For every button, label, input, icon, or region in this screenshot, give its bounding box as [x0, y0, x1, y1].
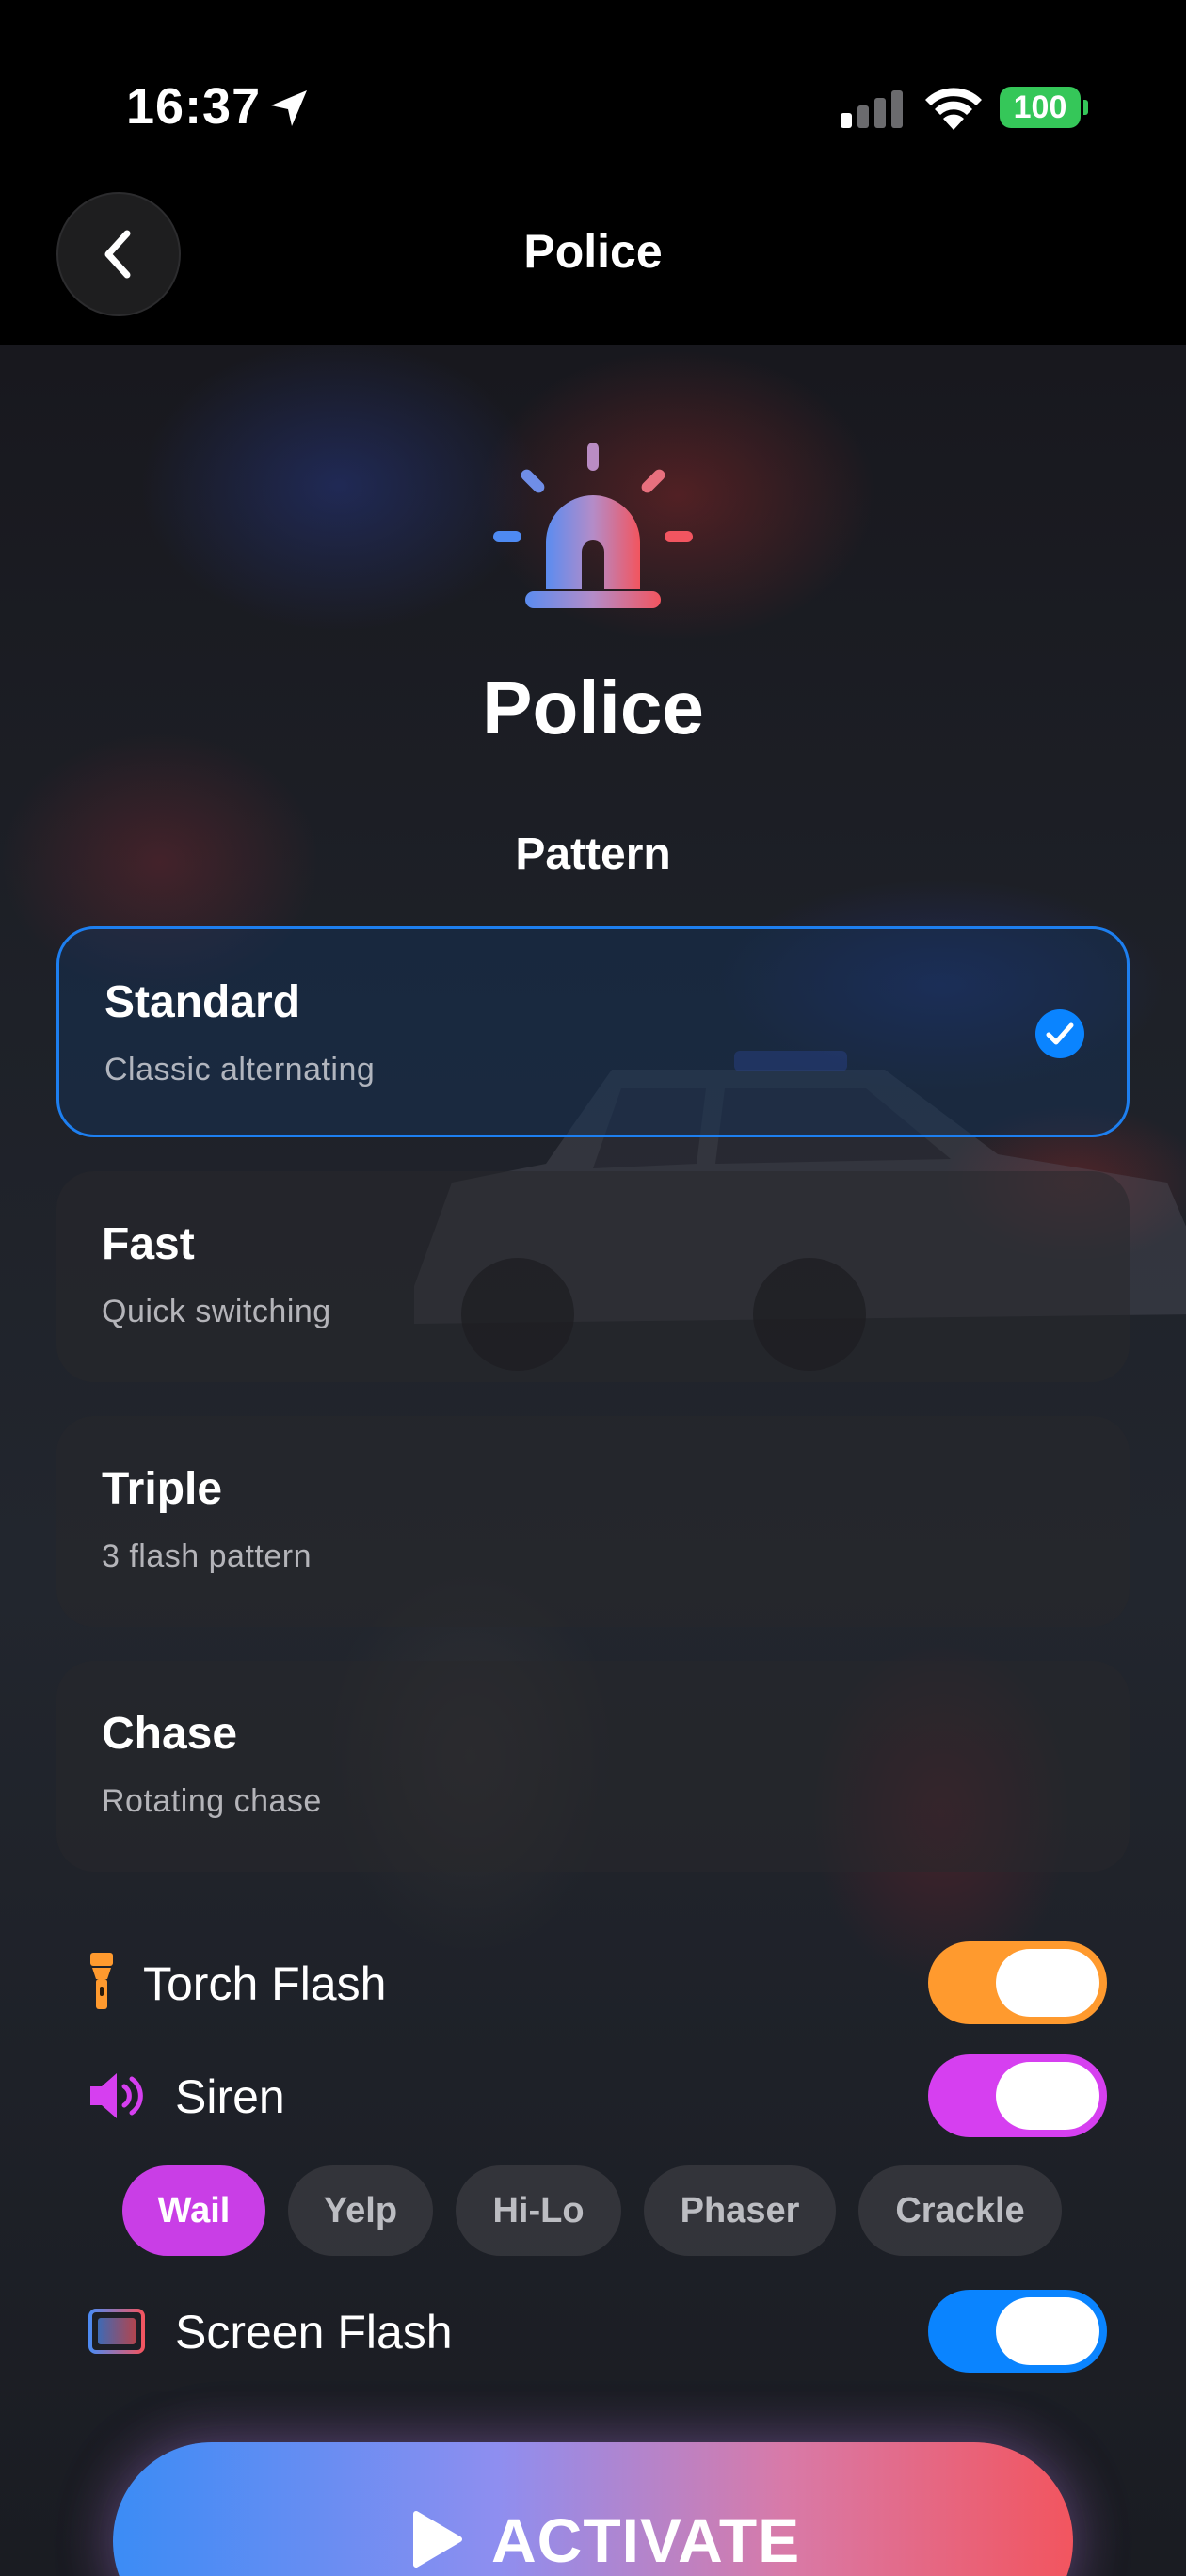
toggle-knob	[996, 1949, 1099, 2017]
navigation-bar: Police	[0, 179, 1186, 345]
flashlight-icon	[90, 1953, 113, 2009]
chip-crackle[interactable]: Crackle	[858, 2165, 1062, 2256]
speaker-icon	[90, 2073, 143, 2118]
pattern-description: Classic alternating	[104, 1052, 376, 1087]
siren-label: Siren	[175, 2070, 285, 2123]
torch-flash-row: Torch Flash	[0, 1941, 1186, 2026]
toggle-knob	[996, 2297, 1099, 2365]
cellular-signal-icon	[841, 90, 903, 128]
siren-icon	[493, 443, 693, 608]
pattern-option-fast[interactable]: Fast Quick switching	[56, 1171, 1130, 1382]
pattern-description: Rotating chase	[102, 1783, 322, 1819]
activate-button[interactable]: ACTIVATE	[113, 2442, 1073, 2576]
status-bar: 16:37 100	[0, 0, 1186, 179]
battery-tip	[1083, 100, 1088, 115]
chip-hi-lo[interactable]: Hi-Lo	[456, 2165, 621, 2256]
nav-title: Police	[523, 225, 663, 278]
siren-toggle[interactable]	[928, 2054, 1107, 2137]
screen-flash-toggle[interactable]	[928, 2290, 1107, 2373]
pattern-name: Fast	[102, 1219, 195, 1269]
status-time: 16:37	[126, 78, 262, 135]
chip-yelp[interactable]: Yelp	[288, 2165, 433, 2256]
chip-wail[interactable]: Wail	[122, 2165, 265, 2256]
play-icon	[413, 2511, 462, 2568]
siren-sound-selector: Wail Yelp Hi-Lo Phaser Crackle	[122, 2165, 1158, 2256]
screen-icon	[88, 2309, 145, 2354]
pattern-name: Triple	[102, 1464, 223, 1514]
battery-indicator: 100	[1000, 87, 1088, 128]
chip-phaser[interactable]: Phaser	[644, 2165, 836, 2256]
pattern-option-standard[interactable]: Standard Classic alternating	[56, 926, 1130, 1137]
screen-flash-label: Screen Flash	[175, 2306, 453, 2359]
pattern-name: Standard	[104, 977, 301, 1027]
pattern-section-label: Pattern	[515, 829, 671, 879]
siren-row: Siren	[0, 2054, 1186, 2139]
battery-level: 100	[1013, 89, 1067, 125]
toggle-knob	[996, 2062, 1099, 2130]
wifi-icon	[925, 88, 982, 130]
pattern-option-chase[interactable]: Chase Rotating chase	[56, 1661, 1130, 1872]
checkmark-icon	[1035, 1009, 1084, 1058]
screen-flash-row: Screen Flash	[0, 2290, 1186, 2375]
pattern-name: Chase	[102, 1709, 238, 1759]
mode-title: Police	[482, 666, 704, 749]
pattern-description: 3 flash pattern	[102, 1538, 312, 1574]
pattern-description: Quick switching	[102, 1294, 331, 1329]
pattern-option-triple[interactable]: Triple 3 flash pattern	[56, 1416, 1130, 1627]
activate-label: ACTIVATE	[491, 2505, 801, 2575]
location-arrow-icon	[271, 90, 307, 126]
torch-flash-label: Torch Flash	[143, 1957, 387, 2010]
torch-flash-toggle[interactable]	[928, 1941, 1107, 2024]
